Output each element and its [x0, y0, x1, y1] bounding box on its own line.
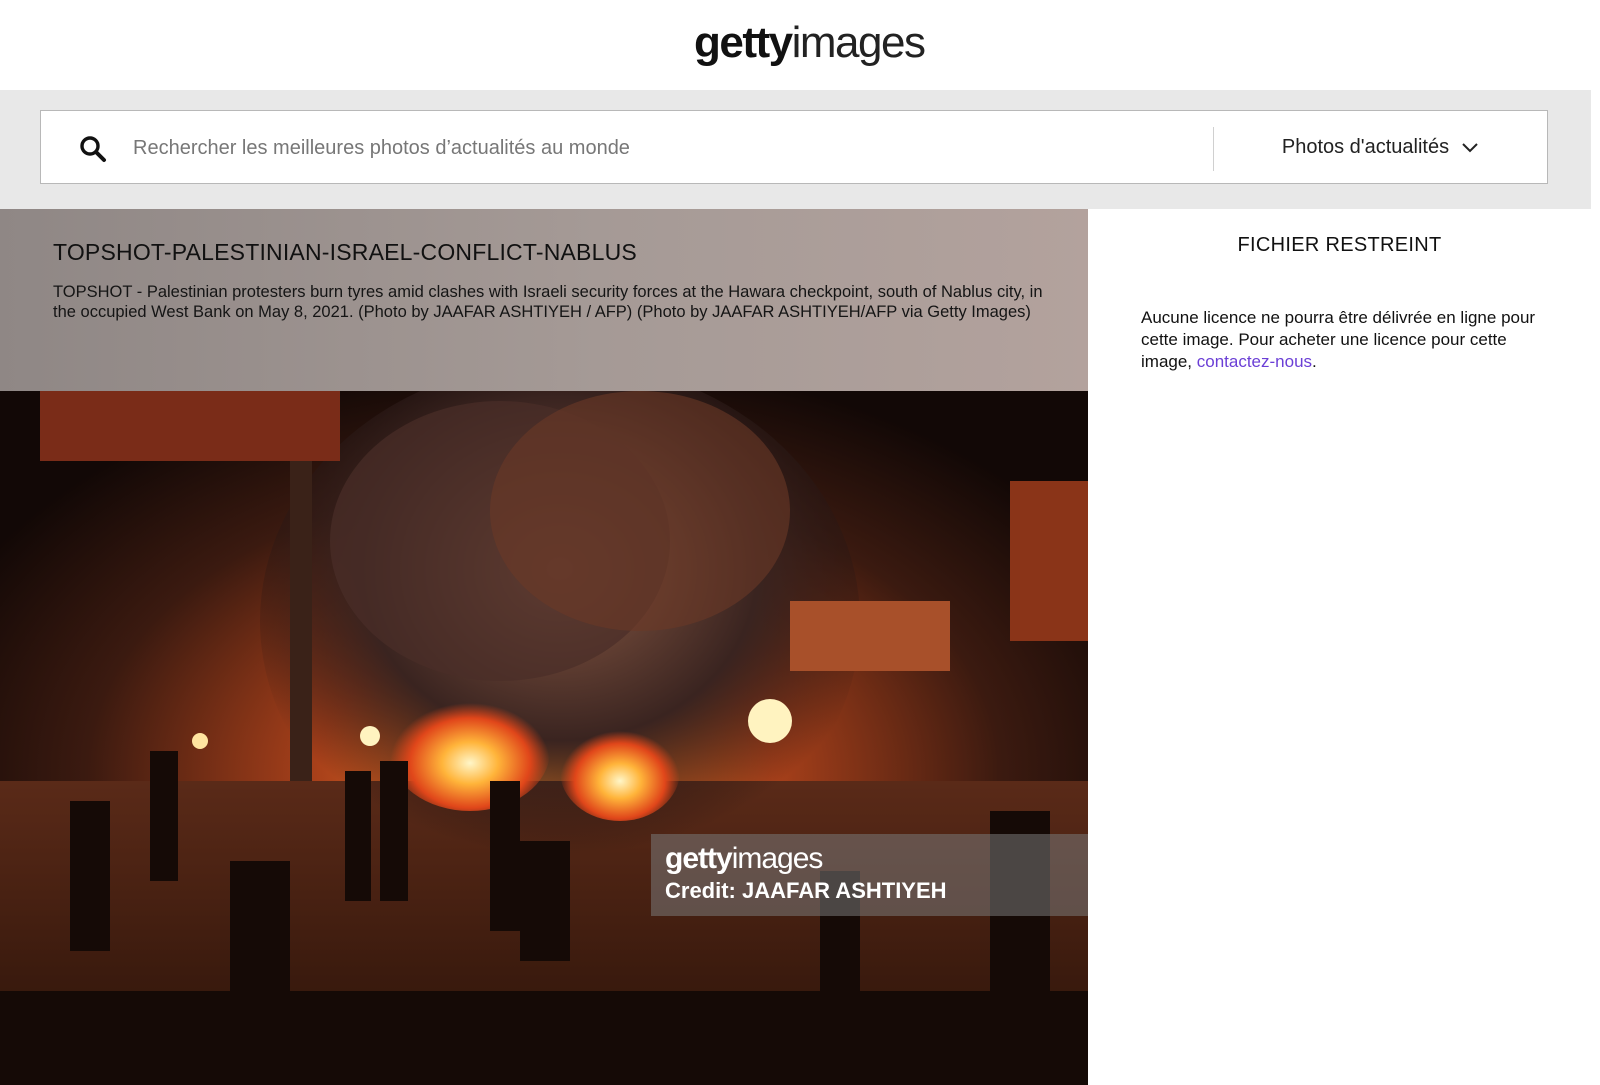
image-caption: TOPSHOT - Palestinian protesters burn ty… [53, 283, 1043, 321]
category-dropdown[interactable]: Photos d'actualités [1214, 111, 1547, 183]
news-photo: gettyimages Credit: JAAFAR ASHTIYEH [0, 391, 1088, 1085]
watermark-logo-light: images [731, 842, 824, 875]
search-input[interactable] [133, 129, 1183, 167]
contact-us-link[interactable]: contactez-nous [1197, 352, 1312, 371]
image-title: TOPSHOT-PALESTINIAN-ISRAEL-CONFLICT-NABL… [53, 239, 637, 265]
logo-bold-text: getty [694, 18, 793, 67]
search-icon[interactable] [79, 135, 107, 163]
watermark-logo: gettyimages [665, 842, 824, 876]
image-caption-panel: TOPSHOT-PALESTINIAN-ISRAEL-CONFLICT-NABL… [0, 209, 1088, 391]
photo-illustration [0, 391, 1088, 1085]
category-label: Photos d'actualités [1281, 135, 1450, 158]
photo-watermark: gettyimages Credit: JAAFAR ASHTIYEH [651, 834, 1088, 916]
license-panel: FICHIER RESTREINT Aucune licence ne pour… [1088, 209, 1591, 1085]
photo-credit: Credit: JAAFAR ASHTIYEH [665, 878, 947, 903]
getty-images-logo[interactable]: gettyimages [694, 16, 926, 70]
chevron-down-icon [1461, 141, 1479, 153]
search-band: Photos d'actualités [0, 90, 1591, 209]
site-header: gettyimages [0, 0, 1600, 90]
logo-light-text: images [791, 18, 926, 67]
license-text-after: . [1312, 352, 1317, 371]
restricted-file-title: FICHIER RESTREINT [1237, 234, 1442, 256]
search-bar: Photos d'actualités [40, 110, 1548, 184]
watermark-logo-bold: getty [665, 842, 733, 875]
license-message: Aucune licence ne pourra être délivrée e… [1141, 307, 1551, 373]
